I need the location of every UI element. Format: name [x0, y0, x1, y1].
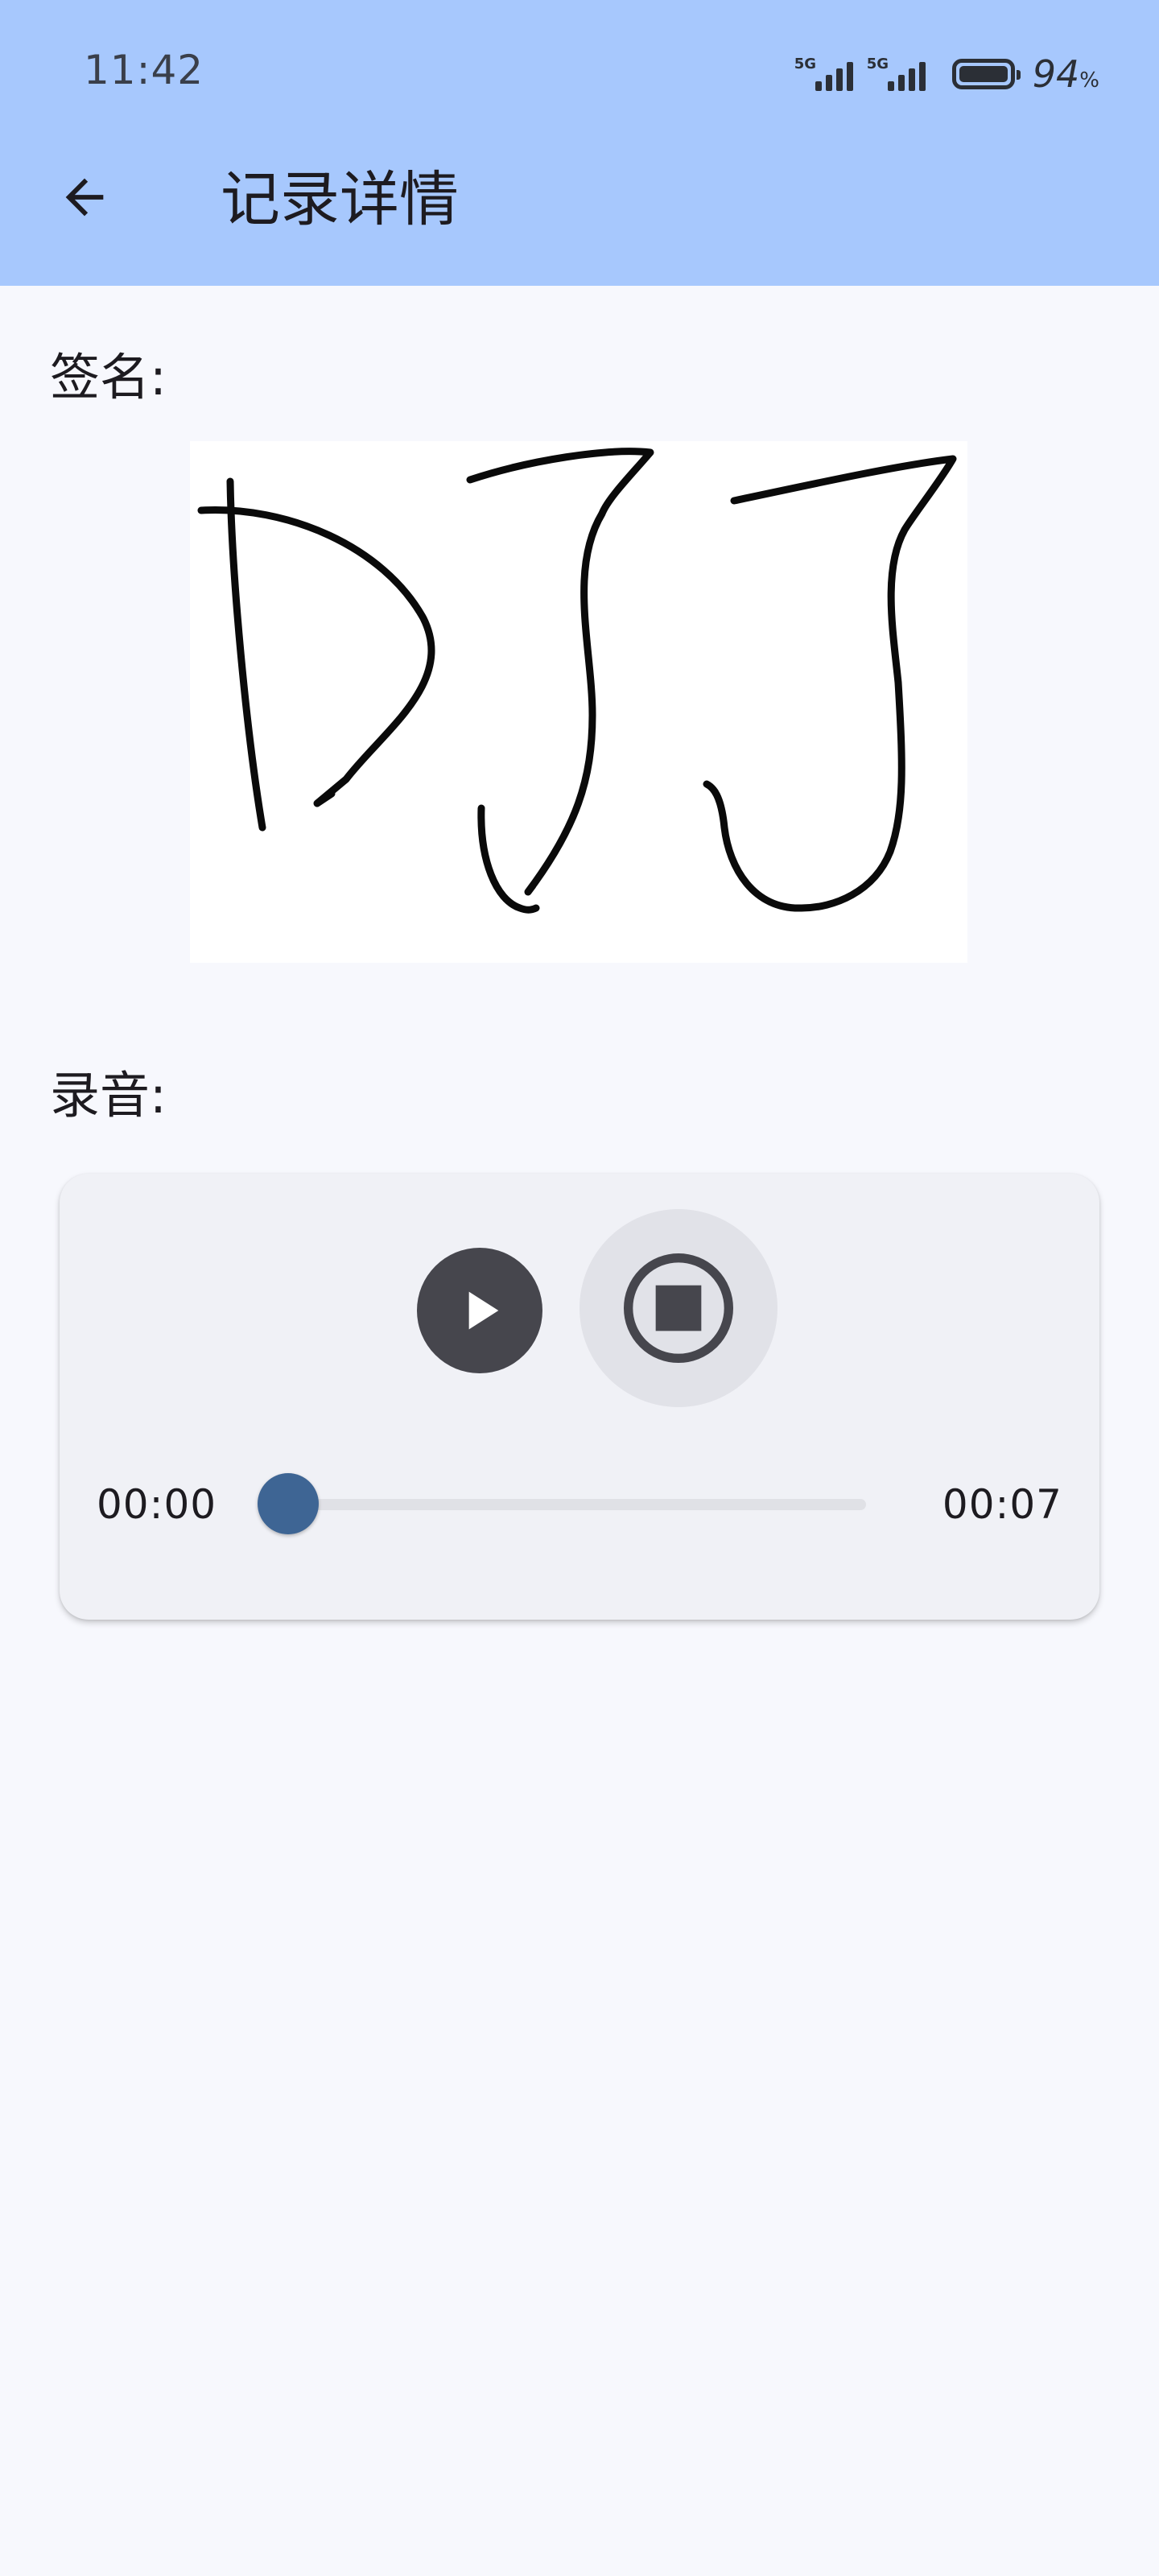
arrow-back-icon	[65, 178, 104, 217]
stop-button[interactable]	[580, 1209, 777, 1407]
top-header: 11:42 5G 5G 94% 记录详情	[0, 0, 1159, 286]
page-title: 记录详情	[221, 165, 459, 234]
cellular-signal-icon-2: 5G	[867, 56, 931, 93]
signature-label: 签名:	[50, 348, 167, 407]
network-type-label: 5G	[794, 56, 817, 72]
signature-strokes	[197, 448, 957, 914]
status-time: 11:42	[84, 47, 204, 93]
network-type-label-2: 5G	[866, 56, 889, 72]
recording-label: 录音:	[50, 1066, 167, 1125]
total-time: 00:07	[942, 1481, 1062, 1528]
signature-image	[190, 441, 967, 963]
current-time: 00:00	[97, 1481, 217, 1528]
slider-track	[288, 1499, 866, 1510]
play-icon	[468, 1291, 499, 1330]
slider-thumb[interactable]	[258, 1473, 319, 1534]
back-button[interactable]	[48, 161, 121, 233]
stop-circle-icon	[623, 1253, 734, 1364]
play-button[interactable]	[417, 1248, 542, 1373]
status-icons: 5G 5G 94%	[794, 50, 1099, 98]
progress-slider[interactable]	[258, 1472, 866, 1536]
audio-player: 00:00 00:07	[60, 1174, 1099, 1620]
battery-icon	[951, 59, 1021, 89]
battery-level: 94%	[1032, 52, 1099, 96]
cellular-signal-icon: 5G	[794, 56, 859, 93]
